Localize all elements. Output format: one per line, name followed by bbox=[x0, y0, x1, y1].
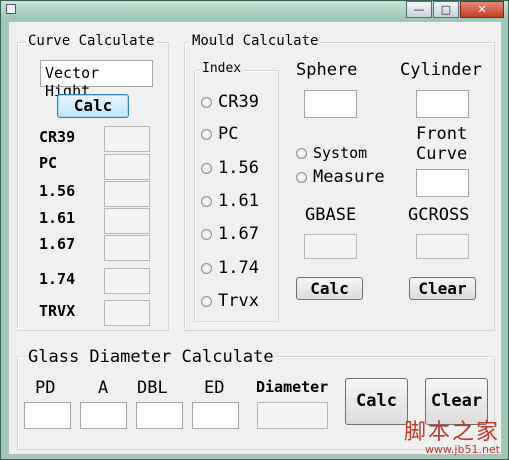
ed-input[interactable] bbox=[192, 402, 239, 429]
curve-result-pc bbox=[104, 154, 150, 180]
radio-circle bbox=[201, 162, 212, 174]
curve-label-trvx: TRVX bbox=[39, 302, 76, 320]
cylinder-label: Cylinder bbox=[400, 60, 482, 80]
glass-diameter-title: Glass Diameter Calculate bbox=[26, 347, 276, 367]
dbl-label: DBL bbox=[137, 378, 168, 398]
radio-trvx[interactable]: Trvx bbox=[201, 291, 259, 311]
curve-label-cr39: CR39 bbox=[39, 128, 76, 146]
close-button[interactable]: ✕ bbox=[460, 1, 504, 18]
radio-systom[interactable]: Systom bbox=[296, 144, 367, 162]
curve-result-156 bbox=[104, 181, 150, 207]
window-controls: — □ ✕ bbox=[405, 1, 504, 18]
vector-height-input[interactable]: Vector Hight bbox=[40, 60, 153, 100]
mould-calc-button[interactable]: Calc bbox=[296, 277, 363, 300]
curve-calc-button[interactable]: Calc bbox=[57, 94, 129, 118]
curve-label-161: 1.61 bbox=[39, 209, 76, 227]
front-curve-label: Front Curve bbox=[416, 124, 468, 164]
radio-circle bbox=[296, 147, 307, 159]
ed-label: ED bbox=[204, 378, 225, 398]
radio-161[interactable]: 1.61 bbox=[201, 191, 259, 211]
radio-167[interactable]: 1.67 bbox=[201, 224, 259, 244]
sphere-label: Sphere bbox=[296, 60, 358, 80]
radio-cr39[interactable]: CR39 bbox=[201, 92, 259, 112]
app-icon bbox=[6, 4, 16, 14]
radio-label: 1.67 bbox=[218, 224, 259, 244]
radio-label: CR39 bbox=[218, 92, 259, 112]
sphere-input[interactable] bbox=[304, 90, 357, 118]
gcross-output bbox=[416, 234, 469, 259]
watermark: 脚本之家 www.jb51.net bbox=[403, 420, 500, 456]
index-group: Index CR39 PC 1.56 1.61 1.67 1.74 Trvx bbox=[194, 61, 279, 322]
radio-label: 1.61 bbox=[218, 191, 259, 211]
index-title: Index bbox=[200, 61, 244, 76]
curve-label-174: 1.74 bbox=[39, 270, 76, 288]
radio-circle bbox=[201, 228, 212, 240]
minimize-button[interactable]: — bbox=[406, 1, 432, 18]
mould-clear-button[interactable]: Clear bbox=[409, 277, 476, 300]
pd-label: PD bbox=[35, 378, 56, 398]
pd-input[interactable] bbox=[24, 402, 71, 429]
client-area: Curve Calculate Vector Hight Calc CR39 P… bbox=[8, 21, 502, 455]
radio-174[interactable]: 1.74 bbox=[201, 258, 259, 278]
radio-pc[interactable]: PC bbox=[201, 124, 238, 144]
glass-calc-button[interactable]: Calc bbox=[345, 378, 408, 425]
radio-label: Trvx bbox=[218, 291, 259, 311]
radio-circle bbox=[201, 262, 212, 274]
a-label: A bbox=[98, 378, 109, 398]
curve-calculate-title: Curve Calculate bbox=[26, 33, 157, 49]
a-input[interactable] bbox=[80, 402, 127, 429]
radio-measure[interactable]: Measure bbox=[296, 167, 385, 187]
radio-circle bbox=[201, 295, 212, 307]
radio-156[interactable]: 1.56 bbox=[201, 158, 259, 178]
radio-circle bbox=[201, 195, 212, 207]
radio-label: Systom bbox=[313, 144, 368, 162]
curve-result-cr39 bbox=[104, 126, 150, 152]
front-curve-input[interactable] bbox=[416, 169, 469, 197]
curve-label-pc: PC bbox=[39, 154, 58, 172]
gbase-output bbox=[304, 234, 357, 259]
watermark-text: 脚本之家 bbox=[403, 420, 500, 445]
curve-result-174 bbox=[104, 268, 150, 294]
cylinder-input[interactable] bbox=[416, 90, 469, 118]
diameter-label: Diameter bbox=[256, 378, 329, 396]
radio-label: Measure bbox=[313, 167, 385, 187]
radio-circle bbox=[296, 171, 307, 183]
glass-clear-button[interactable]: Clear bbox=[425, 378, 488, 425]
watermark-url: www.jb51.net bbox=[424, 443, 500, 456]
curve-result-167 bbox=[104, 235, 150, 261]
title-bar[interactable]: — □ ✕ bbox=[1, 1, 508, 19]
mould-calculate-group: Mould Calculate Index CR39 PC 1.56 1.61 … bbox=[184, 33, 495, 331]
radio-circle bbox=[201, 128, 212, 140]
diameter-output bbox=[257, 402, 328, 429]
curve-result-161 bbox=[104, 208, 150, 234]
curve-calculate-group: Curve Calculate Vector Hight Calc CR39 P… bbox=[17, 33, 169, 331]
radio-circle bbox=[201, 96, 212, 108]
mould-calculate-title: Mould Calculate bbox=[190, 33, 321, 49]
gcross-label: GCROSS bbox=[408, 205, 470, 225]
radio-label: 1.74 bbox=[218, 258, 259, 278]
dbl-input[interactable] bbox=[136, 402, 183, 429]
app-window: — □ ✕ Curve Calculate Vector Hight Calc … bbox=[0, 0, 509, 460]
curve-label-167: 1.67 bbox=[39, 235, 76, 253]
gbase-label: GBASE bbox=[305, 205, 357, 225]
maximize-button[interactable]: □ bbox=[433, 1, 459, 18]
curve-result-trvx bbox=[104, 300, 150, 326]
radio-label: PC bbox=[218, 124, 239, 144]
radio-label: 1.56 bbox=[218, 158, 259, 178]
curve-label-156: 1.56 bbox=[39, 182, 76, 200]
